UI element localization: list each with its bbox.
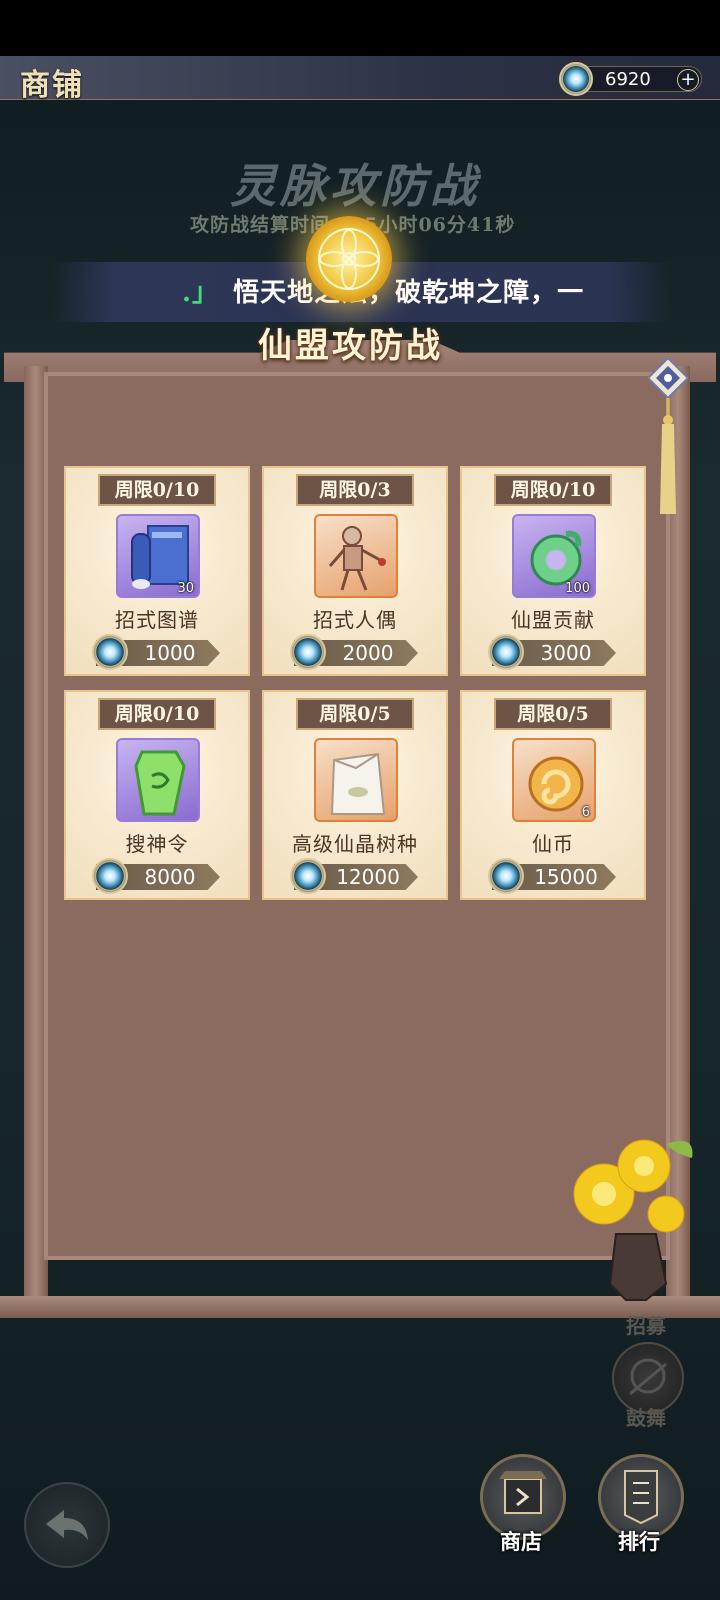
shop-item-card[interactable]: 周限0/3 招式人偶 2000 (262, 466, 448, 676)
weekly-limit-badge: 周限0/10 (98, 474, 216, 506)
shop-item-card[interactable]: 周限0/5 高级仙晶树种 12000 (262, 690, 448, 900)
item-icon-frame (116, 738, 200, 822)
item-icon-frame (314, 514, 398, 598)
ranking-nav-label[interactable]: 排行 (618, 1526, 660, 1556)
board-title: 仙盟攻防战 (258, 326, 443, 366)
item-quantity: 6 (581, 805, 590, 820)
currency-value: 6920 (605, 69, 651, 90)
item-icon-frame (314, 738, 398, 822)
green-token-icon (134, 750, 186, 816)
back-arrow-icon (46, 1510, 88, 1540)
item-price: 2000 (342, 641, 394, 665)
weekly-limit-badge: 周限0/3 (296, 474, 414, 506)
status-bar (0, 0, 720, 56)
spirit-coin-icon (559, 62, 593, 96)
shop-item-card[interactable]: 周限0/10 100 仙盟贡献 3000 (460, 466, 646, 676)
item-price: 8000 (144, 865, 196, 889)
shop-item-card[interactable]: 周限0/10 30 招式图谱 1000 (64, 466, 250, 676)
weekly-limit-badge: 周限0/10 (494, 474, 612, 506)
item-icon-frame: 6 (512, 738, 596, 822)
item-price: 12000 (336, 865, 400, 889)
chrysanthemum-vase-icon (556, 1124, 706, 1304)
recruit-label[interactable]: 招募 (626, 1310, 666, 1339)
ribbon-marker-icon: .」 (182, 278, 220, 308)
tassel-ornament-icon (646, 356, 690, 518)
item-price: 15000 (534, 865, 598, 889)
ranking-banner-icon (624, 1470, 658, 1525)
item-price: 1000 (144, 641, 196, 665)
item-name: 仙币 (532, 832, 574, 856)
shop-nav-label[interactable]: 商店 (500, 1526, 542, 1556)
item-name: 高级仙晶树种 (292, 832, 418, 856)
back-button[interactable] (24, 1482, 110, 1568)
currency-display: 6920 + (559, 62, 702, 96)
event-title: 灵脉攻防战 (230, 159, 480, 213)
item-quantity: 100 (565, 581, 590, 596)
item-quantity: 30 (177, 581, 194, 596)
item-name: 仙盟贡献 (511, 608, 595, 632)
announcement-body: 悟天地之法，破乾坤之障，一 (233, 278, 585, 308)
add-currency-button[interactable]: + (677, 69, 699, 91)
drum-label: 鼓舞 (626, 1406, 666, 1430)
seed-bag-icon (330, 752, 386, 815)
weekly-limit-badge: 周限0/10 (98, 698, 216, 730)
golden-lotus-emblem-icon (306, 216, 392, 302)
item-name: 招式人偶 (313, 608, 397, 632)
top-bar: 商铺 6920 + (0, 56, 720, 103)
page-title: 商铺 (20, 68, 84, 103)
shop-gate-icon (499, 1471, 547, 1514)
item-name: 招式图谱 (115, 608, 199, 632)
item-icon-frame: 100 (512, 514, 596, 598)
puppet-icon (328, 526, 386, 591)
item-icon-frame: 30 (116, 514, 200, 598)
shop-item-card[interactable]: 周限0/10 搜神令 8000 (64, 690, 250, 900)
shop-item-card[interactable]: 周限0/5 6 仙币 15000 (460, 690, 646, 900)
weekly-limit-badge: 周限0/5 (296, 698, 414, 730)
item-name: 搜神令 (125, 832, 189, 856)
item-price: 3000 (540, 641, 592, 665)
weekly-limit-badge: 周限0/5 (494, 698, 612, 730)
